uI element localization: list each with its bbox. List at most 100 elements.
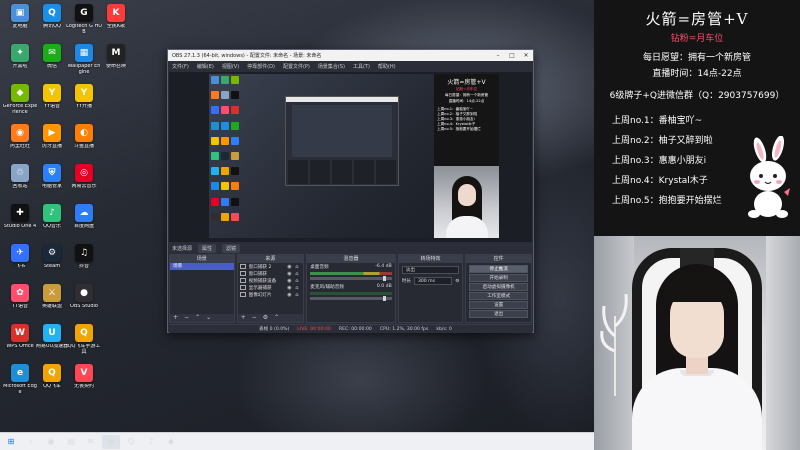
obs-preview[interactable]: 火箭=房管+V 钻粉=月车位 每日愿望：拥有一个新房管 直播时间：14点-22点… xyxy=(169,72,532,242)
taskbar-start-icon[interactable]: ⊞ xyxy=(2,435,20,449)
remove-icon[interactable]: − xyxy=(184,314,189,322)
obs-menu-item[interactable]: 视图(V) xyxy=(222,63,239,70)
volume-slider[interactable] xyxy=(310,296,392,301)
eye-icon[interactable]: ◉ xyxy=(287,271,295,277)
obs-menu-item[interactable]: 场景集合(S) xyxy=(318,63,345,70)
desktop-icon[interactable]: Q QQ飞车手游工具 xyxy=(66,324,102,364)
taskbar-search-icon[interactable]: ⌕ xyxy=(22,435,40,449)
lock-icon[interactable]: ⌂ xyxy=(295,271,303,277)
desktop-icon[interactable]: Y YY语音 xyxy=(34,84,70,124)
filters-button[interactable]: 滤镜 xyxy=(222,243,241,253)
preview-webcam xyxy=(434,166,499,238)
source-item[interactable]: 窗口捕获 ◉ ⌂ xyxy=(238,270,304,277)
preview-app-icon xyxy=(211,167,219,176)
desktop-icon[interactable]: ✚ Studio One 4 xyxy=(2,204,38,244)
desktop-icon[interactable]: ◐ 斗鱼直播 xyxy=(66,124,102,164)
control-button[interactable]: 工作室模式 xyxy=(469,292,528,300)
desktop-icon[interactable]: ♪ QQ音乐 xyxy=(34,204,70,244)
gear-icon[interactable]: ⚙ xyxy=(263,314,268,322)
desktop-icon[interactable]: ⚔ 英雄联盟 xyxy=(34,284,70,324)
desktop-icon[interactable]: Y YY开播 xyxy=(66,84,102,124)
desktop-icon[interactable]: ✦ 开黑啦 xyxy=(2,44,38,84)
eye-icon[interactable]: ◉ xyxy=(287,285,295,291)
close-icon[interactable]: ✕ xyxy=(519,52,533,59)
taskbar-music-icon[interactable]: ♪ xyxy=(142,435,160,449)
desktop-icon[interactable]: ✉ 微信 xyxy=(34,44,70,84)
desktop-icon[interactable]: M 使命召唤 xyxy=(98,44,134,84)
desktop-icon[interactable]: ♫ 抖音 xyxy=(66,244,102,284)
desktop-icon[interactable]: ⚙ Steam xyxy=(34,244,70,284)
overlay-hours: 直播时间：14点-22点 xyxy=(652,69,742,79)
lock-icon[interactable]: ⌂ xyxy=(295,278,303,284)
obs-menu-item[interactable]: 帮助(H) xyxy=(378,63,396,70)
desktop-icon[interactable]: ◆ GeForce Experience xyxy=(2,84,38,124)
desktop-icon[interactable]: ☁ 百度网盘 xyxy=(66,204,102,244)
maximize-icon[interactable]: □ xyxy=(505,52,519,59)
control-button[interactable]: 开始录制 xyxy=(469,274,528,282)
desktop-icon[interactable]: U 网易UU加速器 xyxy=(34,324,70,364)
obs-menu-item[interactable]: 工具(T) xyxy=(353,63,370,70)
minimize-icon[interactable]: – xyxy=(491,52,505,59)
taskbar-wechat-icon[interactable]: ✉ xyxy=(82,435,100,449)
obs-menu-item[interactable]: 编辑(E) xyxy=(197,63,214,70)
eye-icon[interactable]: ◉ xyxy=(287,278,295,284)
desktop-icon[interactable]: Q 腾讯QQ xyxy=(34,4,70,44)
properties-button[interactable]: 属性 xyxy=(198,243,217,253)
desktop-icon[interactable]: ▶ 虎牙直播 xyxy=(34,124,70,164)
preview-desktop-icons xyxy=(211,76,241,226)
eye-icon[interactable]: ◉ xyxy=(287,292,295,298)
chevron-up-icon[interactable]: ⌃ xyxy=(195,314,200,322)
remove-icon[interactable]: − xyxy=(252,314,257,322)
source-item[interactable]: 视频捕获设备 ◉ ⌂ xyxy=(238,277,304,284)
obs-menu-item[interactable]: 配置文件(P) xyxy=(283,63,310,70)
no-source-label: 未选择源 xyxy=(172,245,193,252)
desktop-icon[interactable]: ▦ Wallpaper Engine xyxy=(66,44,102,84)
taskbar-chrome-icon[interactable]: ◉ xyxy=(42,435,60,449)
duration-input[interactable]: 300 ms xyxy=(413,277,453,285)
source-item[interactable]: 图像幻灯片 ◉ ⌂ xyxy=(238,291,304,298)
app-icon: K xyxy=(107,4,125,22)
lock-icon[interactable]: ⌂ xyxy=(295,264,303,270)
desktop-icon[interactable]: ✈ 飞书 xyxy=(2,244,38,284)
control-button[interactable]: 停止推流 xyxy=(469,265,528,273)
lock-icon[interactable]: ⌂ xyxy=(295,292,303,298)
control-button[interactable]: 设置 xyxy=(469,301,528,309)
desktop-icon[interactable]: W WPS Office xyxy=(2,324,38,364)
desktop-icon[interactable]: ▣ 此电脑 xyxy=(2,4,38,44)
taskbar-explorer-icon[interactable]: ▤ xyxy=(62,435,80,449)
obs-menu-item[interactable]: 文件(F) xyxy=(172,63,189,70)
desktop-icon[interactable]: Q QQ飞车 xyxy=(34,364,70,404)
obs-menu-item[interactable]: 停靠部件(D) xyxy=(247,63,275,70)
obs-window[interactable]: OBS 27.1.3 (64-bit, windows) - 配置文件: 未命名… xyxy=(167,49,534,333)
taskbar-game-icon[interactable]: ◆ xyxy=(162,435,180,449)
desktop-icon[interactable]: e Microsoft Edge xyxy=(2,364,38,404)
desktop-icon[interactable]: V 无畏契约 xyxy=(66,364,102,404)
taskbar-obs-icon[interactable]: ● xyxy=(102,434,120,449)
desktop-icon[interactable]: ● OBS Studio xyxy=(66,284,102,324)
lock-icon[interactable]: ⌂ xyxy=(295,285,303,291)
eye-icon[interactable]: ◉ xyxy=(287,264,295,270)
add-icon[interactable]: + xyxy=(173,314,178,322)
preview-app-icon xyxy=(231,136,239,145)
desktop-icon[interactable]: ◎ 网易云音乐 xyxy=(66,164,102,204)
volume-slider[interactable] xyxy=(310,276,392,281)
control-button[interactable]: 退出 xyxy=(469,310,528,318)
obs-title-bar[interactable]: OBS 27.1.3 (64-bit, windows) - 配置文件: 未命名… xyxy=(168,50,533,61)
chevron-down-icon[interactable]: ⌄ xyxy=(206,314,211,322)
desktop-icon[interactable]: K 全民K歌 xyxy=(98,4,134,44)
scene-item[interactable]: 场景 xyxy=(170,263,234,270)
desktop-icon[interactable]: ⛨ 电脑管家 xyxy=(34,164,70,204)
desktop-icon[interactable]: ◉ 阿里旺旺 xyxy=(2,124,38,164)
chevron-up-icon[interactable]: ⌃ xyxy=(274,314,279,322)
add-icon[interactable]: + xyxy=(241,314,246,322)
desktop-icon[interactable]: ✿ TT语音 xyxy=(2,284,38,324)
taskbar-qq-icon[interactable]: Q xyxy=(122,435,140,449)
transition-select[interactable]: 淡出 xyxy=(401,266,460,274)
desktop-icon-label: Studio One 4 xyxy=(3,224,37,229)
source-item[interactable]: 显示器捕获 ◉ ⌂ xyxy=(238,284,304,291)
gear-icon[interactable]: ⚙ xyxy=(455,279,459,284)
control-button[interactable]: 启动虚拟摄像机 xyxy=(469,283,528,291)
desktop-icon[interactable]: G Logitech G HUB xyxy=(66,4,102,44)
desktop-icon[interactable]: ♲ 回收站 xyxy=(2,164,38,204)
source-item[interactable]: 窗口捕获 2 ◉ ⌂ xyxy=(238,263,304,270)
